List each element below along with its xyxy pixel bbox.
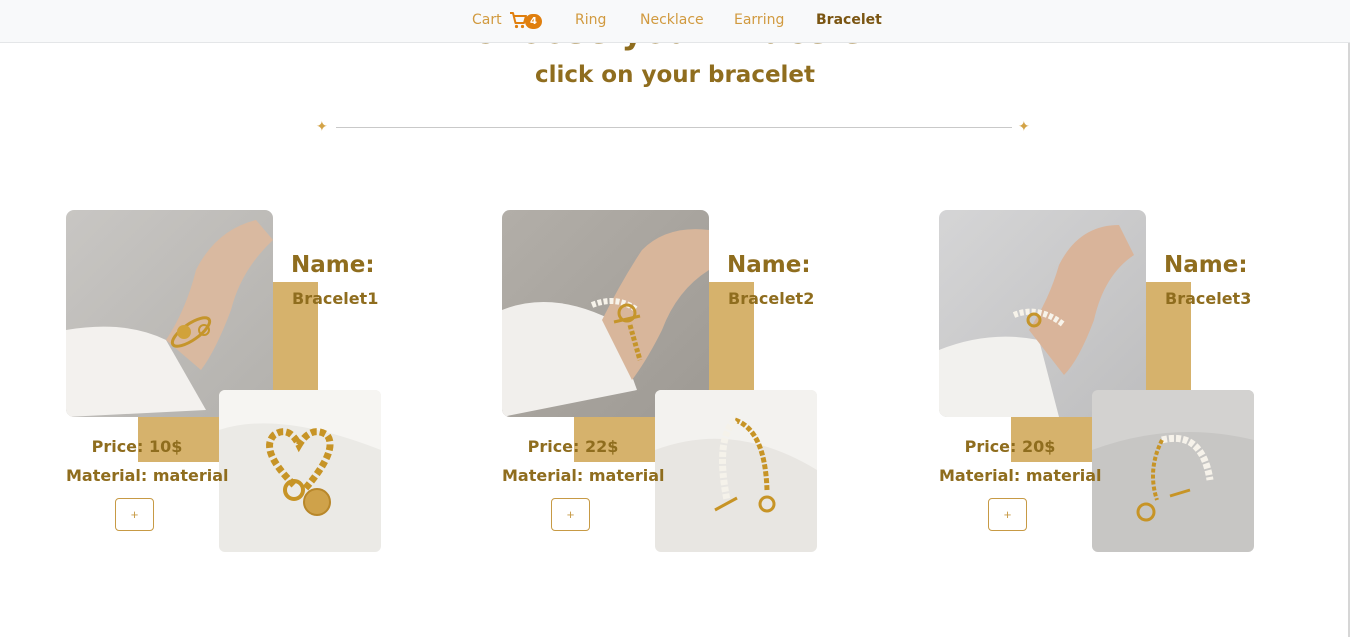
star-icon: ✦ [1018, 119, 1030, 135]
product-price: Price: 20$ [964, 437, 1056, 456]
navbar: Cart 4 Ring Necklace Earring Bracelet [0, 0, 1350, 43]
product-name-label: Name: [1164, 252, 1248, 278]
product-price: Price: 10$ [91, 437, 183, 456]
nav-cart[interactable]: Cart [472, 12, 502, 28]
product-photo-worn[interactable] [66, 210, 273, 417]
product-name: Bracelet2 [728, 289, 815, 308]
product-photo-worn[interactable] [939, 210, 1146, 417]
add-to-cart-button[interactable]: + [988, 498, 1027, 531]
star-icon: ✦ [316, 119, 328, 135]
product-material: Material: material [939, 466, 1102, 485]
product-photo-worn[interactable] [502, 210, 709, 417]
add-to-cart-button[interactable]: + [115, 498, 154, 531]
product-material: Material: material [502, 466, 665, 485]
nav-necklace[interactable]: Necklace [640, 12, 704, 28]
product-card[interactable]: Name: Bracelet1 Price: 10$ Material: mat… [66, 210, 396, 555]
product-photo[interactable] [1092, 390, 1254, 552]
cart-count-badge: 4 [525, 14, 542, 29]
nav-ring[interactable]: Ring [575, 12, 606, 28]
product-name-label: Name: [727, 252, 811, 278]
product-name-label: Name: [291, 252, 375, 278]
divider [336, 127, 1012, 128]
product-name: Bracelet3 [1165, 289, 1252, 308]
add-to-cart-button[interactable]: + [551, 498, 590, 531]
product-photo[interactable] [219, 390, 381, 552]
product-price: Price: 22$ [527, 437, 619, 456]
product-card[interactable]: Name: Bracelet2 Price: 22$ Material: mat… [502, 210, 832, 555]
product-material: Material: material [66, 466, 229, 485]
product-name: Bracelet1 [292, 289, 379, 308]
nav-earring[interactable]: Earring [734, 12, 784, 28]
product-photo[interactable] [655, 390, 817, 552]
page-subtitle: click on your bracelet [534, 62, 816, 88]
nav-bracelet[interactable]: Bracelet [816, 12, 882, 28]
product-card[interactable]: Name: Bracelet3 Price: 20$ Material: mat… [939, 210, 1269, 555]
